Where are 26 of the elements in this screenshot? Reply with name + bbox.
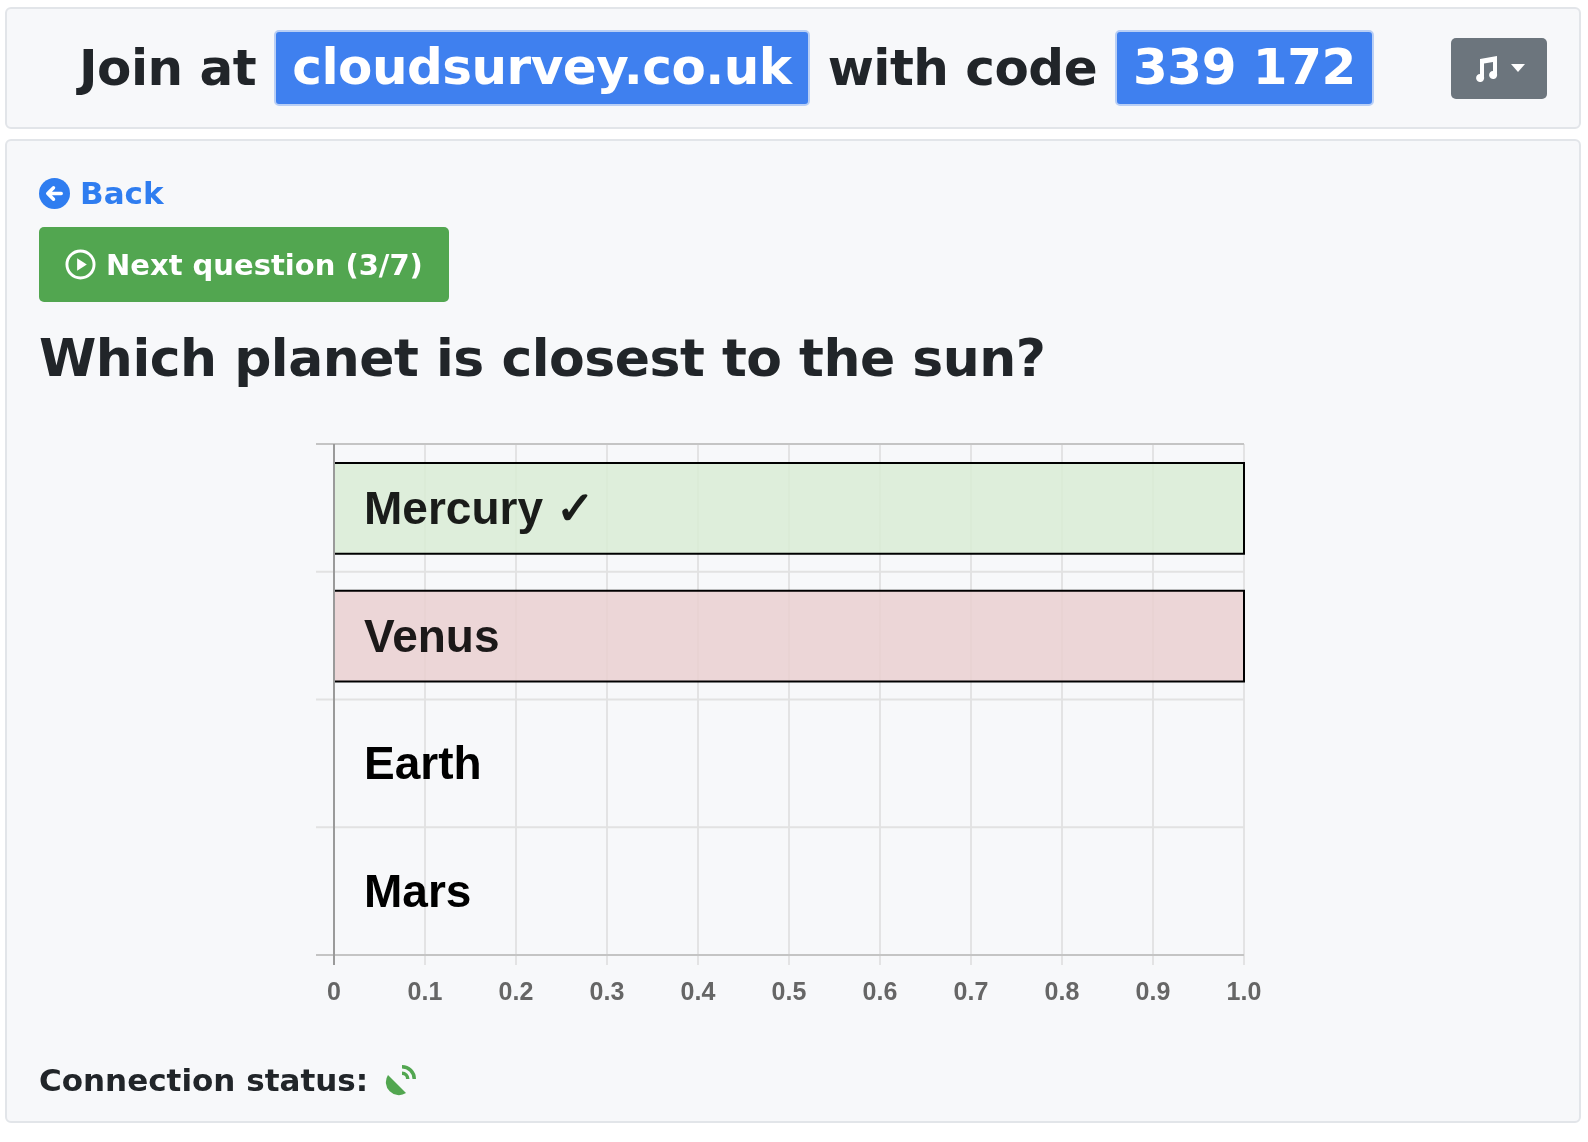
tick-label: 0.3 bbox=[589, 977, 625, 1005]
bar-label: Earth bbox=[364, 737, 482, 790]
next-question-button[interactable]: Next question (3/7) bbox=[39, 227, 449, 302]
url-badge: cloudsurvey.co.uk bbox=[274, 30, 810, 106]
tick-label: 0.2 bbox=[498, 977, 534, 1005]
music-menu-button[interactable] bbox=[1451, 37, 1547, 99]
connection-status-label: Connection status: bbox=[39, 1062, 369, 1098]
tick-label: 0.1 bbox=[407, 977, 443, 1005]
tick-label: 0.7 bbox=[953, 977, 989, 1005]
code-badge: 339 172 bbox=[1115, 30, 1374, 106]
tick-label: 0.4 bbox=[680, 977, 716, 1005]
code-text: with code bbox=[827, 39, 1098, 97]
music-note-icon bbox=[1473, 54, 1499, 82]
tick-label: 1.0 bbox=[1226, 977, 1262, 1005]
bar-label: Venus bbox=[364, 609, 500, 662]
tick-label: 0.8 bbox=[1044, 977, 1080, 1005]
tick-label: 0.9 bbox=[1135, 977, 1171, 1005]
play-icon bbox=[65, 249, 96, 280]
tick-label: 0.6 bbox=[862, 977, 898, 1005]
tick-label: 0 bbox=[327, 977, 341, 1005]
tick-label: 0.5 bbox=[771, 977, 807, 1005]
bar-label: Mars bbox=[364, 865, 472, 918]
bar-label: Mercury ✓ bbox=[364, 481, 595, 534]
caret-icon bbox=[1511, 64, 1525, 72]
back-link[interactable]: Back bbox=[39, 175, 164, 211]
question-title: Which planet is closest to the sun? bbox=[39, 328, 1046, 388]
